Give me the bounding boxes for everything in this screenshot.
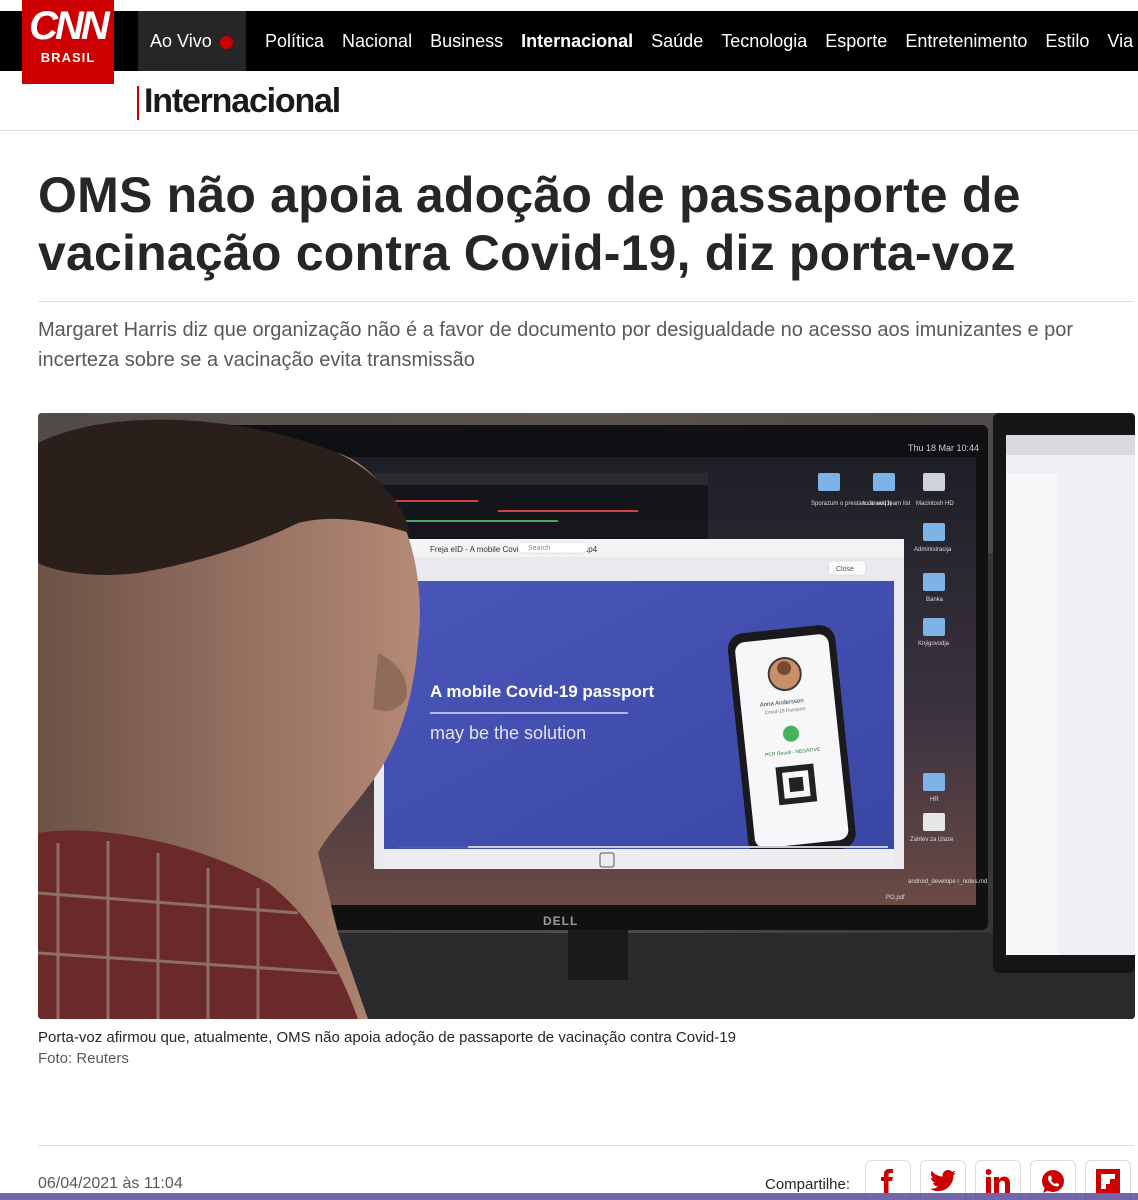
desktop-icon-label-9: android_develope r_notes.md [908,879,987,885]
logo-brasil-text: BRASIL [40,50,96,65]
logo-cnn-text: CNN [29,4,110,48]
headline-divider [38,301,1134,302]
image-credit: Foto: Reuters [38,1050,129,1067]
flipboard-icon [1096,1168,1120,1193]
bottom-accent-line [0,1193,1138,1200]
desktop-icon-label-6: Knjigovodja [918,641,950,647]
live-button[interactable]: Ao Vivo [138,11,246,71]
desktop-icon-label-4: Administracija [914,547,952,553]
section-title[interactable]: Internacional [144,82,341,121]
linkedin-icon [986,1168,1010,1193]
header-divider [0,130,1138,131]
hero-illustration: Thu 18 Mar 10:44 Freja eID - A mobile Co… [38,413,1135,1019]
desktop-icon-label-8: Zahtev za izlaze [910,837,954,843]
twitter-icon [930,1169,956,1191]
desktop-icon-label-10: PO.pdf [886,895,905,901]
cnn-brasil-logo[interactable]: CNN BRASIL [22,0,114,84]
desktop-icon-label-3: Macintosh HD [916,501,954,507]
article-date: 06/04/2021 às 11:04 [38,1175,183,1192]
image-caption: Porta-voz afirmou que, atualmente, OMS n… [38,1029,736,1046]
top-navigation-bar: Ao Vivo Política Nacional Business Inter… [0,11,1138,71]
article-subtitle: Margaret Harris diz que organização não … [38,319,1074,371]
desktop-icon-label-5: Banka [926,597,944,603]
meta-divider [38,1145,1134,1146]
nav-item-politica[interactable]: Política [246,31,333,52]
nav-item-saude[interactable]: Saúde [642,31,712,52]
nav-item-business[interactable]: Business [421,31,512,52]
desktop-icon-label-7: HR [930,797,939,803]
whatsapp-icon [1042,1169,1064,1193]
facebook-icon [881,1168,893,1193]
nav-item-entretenimento[interactable]: Entretenimento [896,31,1036,52]
nav-item-esporte[interactable]: Esporte [816,31,896,52]
player-search: Search [528,545,550,552]
nav-item-viagem[interactable]: Via [1098,31,1138,52]
main-nav: Política Nacional Business Internacional… [246,11,1138,71]
live-label: Ao Vivo [150,30,212,51]
monitor-brand: DELL [543,914,578,928]
nav-item-tecnologia[interactable]: Tecnologia [712,31,816,52]
article-headline: OMS não apoia adoção de passaporte de va… [38,167,1021,281]
section-accent-bar [137,86,139,120]
player-close: Close [836,566,854,573]
live-dot-icon [219,35,233,49]
nav-item-internacional[interactable]: Internacional [512,31,642,52]
menu-clock: Thu 18 Mar 10:44 [908,443,979,453]
share-label: Compartilhe: [765,1176,851,1193]
video-title-line1: A mobile Covid-19 passport [430,682,655,701]
desktop-icon-label-2: todo and learn list [863,501,911,507]
nav-item-nacional[interactable]: Nacional [333,31,421,52]
article-hero-image: Thu 18 Mar 10:44 Freja eID - A mobile Co… [38,413,1135,1019]
nav-item-estilo[interactable]: Estilo [1036,31,1098,52]
video-title-line2: may be the solution [430,723,586,743]
